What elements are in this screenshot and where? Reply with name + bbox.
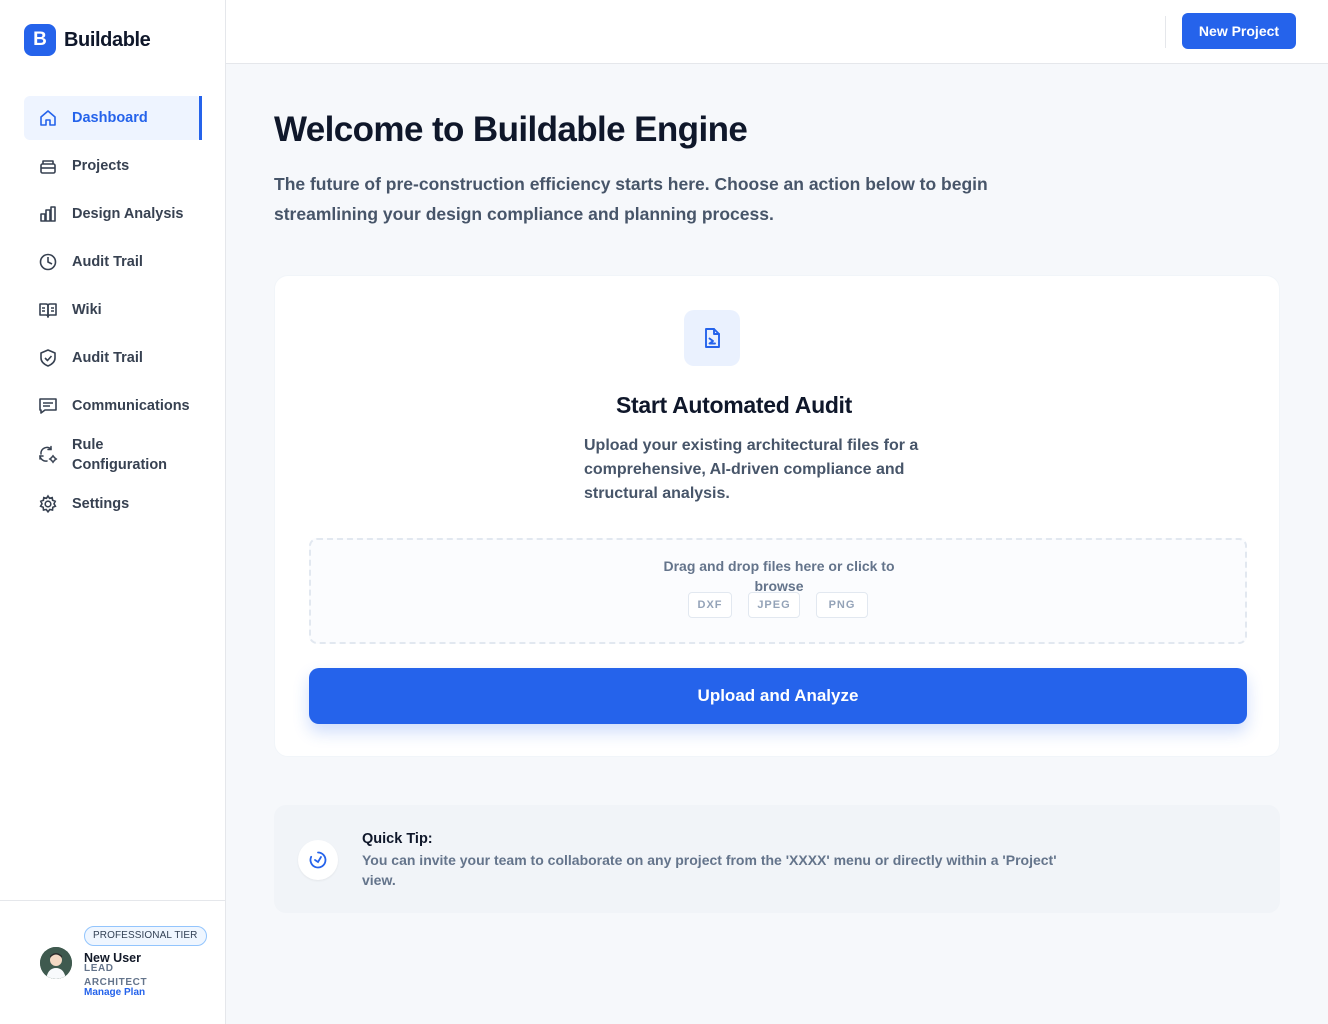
sidebar-item-label: Wiki — [72, 302, 102, 318]
format-chip-png: PNG — [816, 592, 868, 618]
quick-tip: Quick Tip: You can invite your team to c… — [274, 805, 1280, 913]
page-subtitle: The future of pre-construction efficienc… — [274, 174, 988, 224]
folder-icon — [38, 156, 58, 176]
audit-card: Start Automated Audit Upload your existi… — [274, 275, 1280, 757]
topbar: New Project — [226, 0, 1328, 64]
sidebar-item-label: Design Analysis — [72, 206, 184, 222]
sidebar-item-dashboard[interactable]: Dashboard — [24, 96, 202, 140]
sidebar-item-audit-trail[interactable]: Audit Trail — [24, 240, 202, 284]
file-dropzone[interactable]: Drag and drop files here or click to bro… — [309, 538, 1247, 644]
brand-mark-icon: B — [24, 24, 56, 56]
sidebar-item-wiki[interactable]: Wiki — [24, 288, 202, 332]
sidebar-item-label: Projects — [72, 158, 130, 174]
sidebar-item-rule-configuration[interactable]: Rule Configuration — [24, 432, 202, 478]
sidebar-item-audit-trail-secure[interactable]: Audit Trail — [24, 336, 202, 380]
clock-info-icon — [298, 840, 338, 880]
format-chip-dxf: DXF — [688, 592, 732, 618]
sync-gear-icon — [38, 445, 58, 465]
sidebar-item-design-analysis[interactable]: Design Analysis — [24, 192, 202, 236]
pie-clock-icon — [38, 252, 58, 272]
sidebar: B Buildable Dashboard Projects Design An… — [0, 0, 226, 1024]
sidebar-item-label: Dashboard — [72, 110, 148, 126]
sidebar-nav: Dashboard Projects Design Analysis Audit… — [24, 96, 202, 530]
document-audit-icon — [684, 310, 740, 366]
gear-icon — [38, 494, 58, 514]
user-profile: PROFESSIONAL TIER New User LEAD ARCHITEC… — [0, 900, 225, 1024]
dropzone-text: Drag and drop files here or click to bro… — [663, 558, 895, 594]
tier-badge: PROFESSIONAL TIER — [84, 926, 207, 946]
sidebar-item-label: Settings — [72, 496, 130, 512]
page-title: Welcome to Buildable Engine — [274, 110, 748, 149]
message-icon — [38, 396, 58, 416]
avatar[interactable] — [40, 947, 72, 979]
topbar-divider — [1165, 16, 1166, 48]
sidebar-item-label: Communications — [72, 398, 190, 414]
user-role: LEAD ARCHITECT — [84, 963, 148, 988]
sidebar-item-settings[interactable]: Settings — [24, 482, 202, 526]
tip-title: Quick Tip: — [362, 831, 433, 847]
new-project-button[interactable]: New Project — [1182, 13, 1296, 49]
manage-plan-link[interactable]: Manage Plan — [84, 987, 145, 998]
tip-text: You can invite your team to collaborate … — [362, 852, 1057, 888]
sidebar-item-communications[interactable]: Communications — [24, 384, 202, 428]
bar-chart-icon — [38, 204, 58, 224]
format-chip-jpeg: JPEG — [748, 592, 800, 618]
sidebar-item-projects[interactable]: Projects — [24, 144, 202, 188]
sidebar-item-label: Audit Trail — [72, 254, 143, 270]
sidebar-item-label: Rule Configuration — [72, 437, 168, 473]
audit-card-description: Upload your existing architectural files… — [584, 437, 919, 502]
shield-check-icon — [38, 348, 58, 368]
sidebar-item-label: Audit Trail — [72, 350, 143, 366]
audit-card-title: Start Automated Audit — [615, 392, 853, 418]
brand-name: Buildable — [64, 28, 151, 51]
upload-analyze-button[interactable]: Upload and Analyze — [309, 668, 1247, 724]
home-icon — [38, 108, 58, 128]
brand-logo[interactable]: B Buildable — [24, 24, 151, 56]
book-icon — [38, 300, 58, 320]
